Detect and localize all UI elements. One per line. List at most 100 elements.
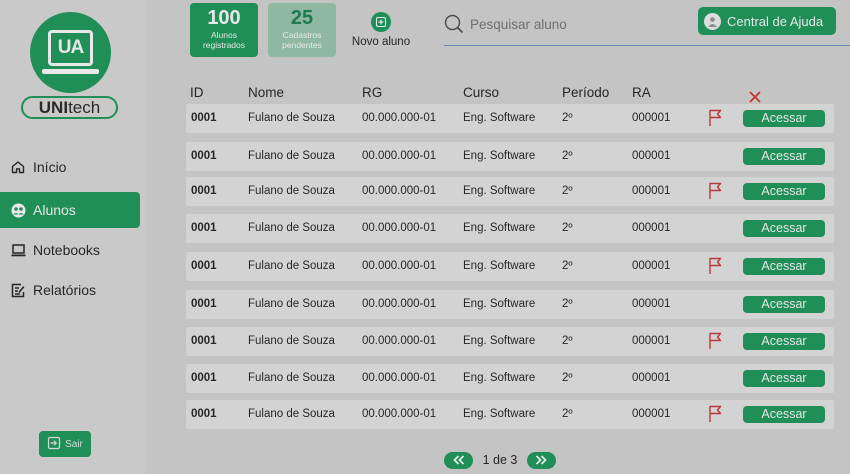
cell-rg: 00.000.000-01 [362, 150, 437, 162]
access-button[interactable]: Acessar [743, 148, 825, 165]
cell-id: 0001 [191, 408, 217, 420]
cell-id: 0001 [191, 150, 217, 162]
help-center-button[interactable]: Central de Ajuda [698, 7, 836, 35]
page-indicator: 1 de 3 [482, 453, 518, 467]
sidebar-item-relatorios[interactable]: Relatórios [0, 272, 140, 308]
access-button[interactable]: Acessar [743, 333, 825, 350]
sidebar-item-inicio[interactable]: Início [0, 149, 140, 185]
search-input[interactable] [470, 14, 690, 34]
registered-students-card: 100 Alunos registrados [190, 3, 258, 57]
logout-icon [47, 436, 61, 453]
pagination: 1 de 3 [444, 451, 556, 469]
cell-nome: Fulano de Souza [248, 372, 335, 384]
cell-nome: Fulano de Souza [248, 260, 335, 272]
access-button[interactable]: Acessar [743, 183, 825, 200]
cell-nome: Fulano de Souza [248, 112, 335, 124]
cell-id: 0001 [191, 222, 217, 234]
sidebar-item-label: Início [33, 159, 67, 175]
pending-label-2: pendentes [282, 40, 322, 50]
cell-periodo: 2º [562, 335, 573, 347]
cell-nome: Fulano de Souza [248, 335, 335, 347]
cell-rg: 00.000.000-01 [362, 222, 437, 234]
table-row: 0001 Fulano de Souza 00.000.000-01 Eng. … [186, 327, 834, 356]
flag-icon[interactable] [708, 405, 722, 428]
pending-label-1: Cadastros [282, 30, 322, 40]
cell-curso: Eng. Software [463, 185, 536, 197]
cell-ra: 000001 [632, 112, 671, 124]
cell-curso: Eng. Software [463, 408, 536, 420]
table-row: 0001 Fulano de Souza 00.000.000-01 Eng. … [186, 252, 834, 281]
flag-icon[interactable] [708, 257, 722, 280]
registered-label-2: registrados [202, 40, 246, 50]
cell-nome: Fulano de Souza [248, 222, 335, 234]
new-student-label: Novo aluno [351, 36, 411, 48]
flag-icon[interactable] [708, 109, 722, 132]
cell-periodo: 2º [562, 222, 573, 234]
cell-periodo: 2º [562, 185, 573, 197]
cell-id: 0001 [191, 185, 217, 197]
cell-nome: Fulano de Souza [248, 185, 335, 197]
registered-count: 100 [207, 7, 241, 29]
cell-periodo: 2º [562, 260, 573, 272]
column-header-curso: Curso [463, 85, 500, 100]
column-header-nome: Nome [248, 85, 285, 100]
add-icon [371, 12, 391, 32]
sidebar: UA UNItech Início Alunos Notebooks Relat… [0, 0, 147, 474]
cell-ra: 000001 [632, 260, 671, 272]
cell-rg: 00.000.000-01 [362, 112, 437, 124]
column-header-ra: RA [632, 85, 651, 100]
new-student-button[interactable]: Novo aluno [346, 12, 416, 48]
cell-id: 0001 [191, 112, 217, 124]
cell-id: 0001 [191, 298, 217, 310]
table-row: 0001 Fulano de Souza 00.000.000-01 Eng. … [186, 177, 834, 206]
flag-icon[interactable] [708, 182, 722, 205]
flag-icon[interactable] [708, 332, 722, 355]
sidebar-item-label: Alunos [33, 202, 76, 218]
cell-ra: 000001 [632, 372, 671, 384]
column-header-periodo: Período [562, 85, 610, 100]
report-icon [10, 282, 26, 298]
cell-rg: 00.000.000-01 [362, 408, 437, 420]
cell-curso: Eng. Software [463, 260, 536, 272]
cell-rg: 00.000.000-01 [362, 298, 437, 310]
cell-ra: 000001 [632, 185, 671, 197]
access-button[interactable]: Acessar [743, 406, 825, 423]
cell-ra: 000001 [632, 222, 671, 234]
logo-text: UA [48, 30, 93, 66]
pending-registrations-card: 25 Cadastros pendentes [268, 3, 336, 57]
cell-ra: 000001 [632, 298, 671, 310]
cell-curso: Eng. Software [463, 222, 536, 234]
cell-ra: 000001 [632, 150, 671, 162]
cell-rg: 00.000.000-01 [362, 335, 437, 347]
laptop-icon [10, 242, 26, 258]
cell-nome: Fulano de Souza [248, 298, 335, 310]
next-page-button[interactable] [526, 451, 556, 469]
cell-periodo: 2º [562, 150, 573, 162]
table-row: 0001 Fulano de Souza 00.000.000-01 Eng. … [186, 364, 834, 393]
logout-button[interactable]: Sair [39, 431, 91, 457]
home-icon [10, 159, 26, 175]
brand-name: UNItech [21, 96, 118, 119]
search-icon [444, 14, 464, 39]
sidebar-item-alunos[interactable]: Alunos [0, 192, 140, 228]
access-button[interactable]: Acessar [743, 370, 825, 387]
access-button[interactable]: Acessar [743, 296, 825, 313]
students-icon [10, 202, 26, 218]
column-header-id: ID [190, 85, 204, 100]
logo: UA [30, 12, 111, 93]
sidebar-item-notebooks[interactable]: Notebooks [0, 232, 140, 268]
access-button[interactable]: Acessar [743, 258, 825, 275]
registered-label-1: Alunos [211, 30, 237, 40]
previous-page-button[interactable] [444, 451, 473, 469]
cell-ra: 000001 [632, 408, 671, 420]
access-button[interactable]: Acessar [743, 110, 825, 127]
user-avatar-icon [704, 12, 721, 30]
cell-ra: 000001 [632, 335, 671, 347]
access-button[interactable]: Acessar [743, 220, 825, 237]
double-chevron-right-icon [536, 455, 548, 465]
table-row: 0001 Fulano de Souza 00.000.000-01 Eng. … [186, 290, 834, 319]
cell-periodo: 2º [562, 408, 573, 420]
cell-rg: 00.000.000-01 [362, 260, 437, 272]
sidebar-item-label: Relatórios [33, 282, 97, 298]
cell-nome: Fulano de Souza [248, 408, 335, 420]
